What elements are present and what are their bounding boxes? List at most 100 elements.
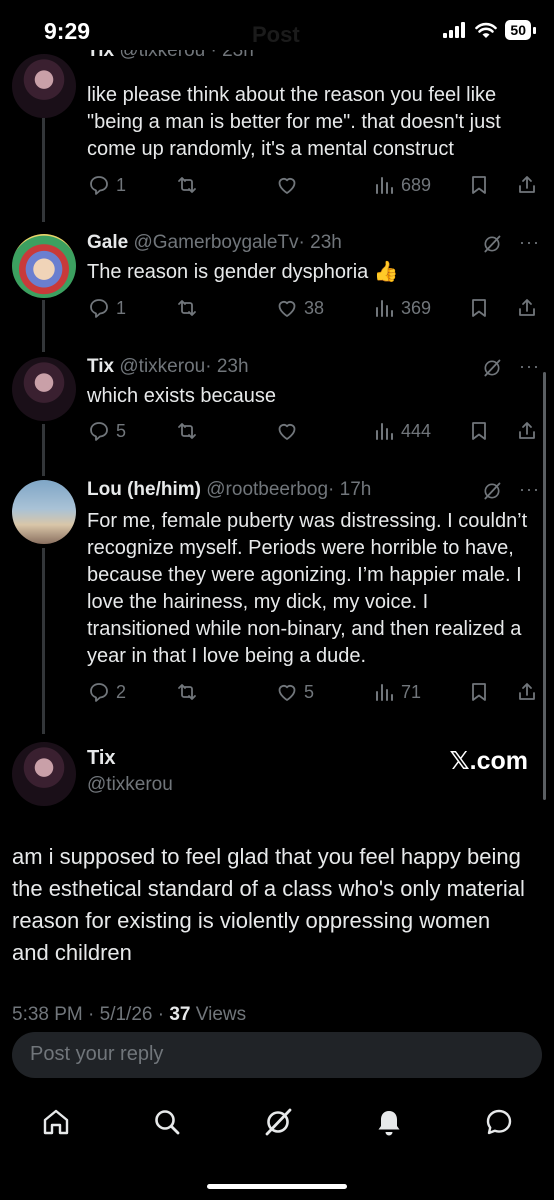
avatar[interactable]: [12, 357, 76, 421]
grok-icon[interactable]: [482, 481, 502, 501]
search-icon: [155, 1110, 180, 1135]
main-post-views-label: Views: [190, 1004, 247, 1020]
thread-line: [42, 300, 45, 352]
reply-count: 1: [116, 174, 127, 195]
wifi-icon: [475, 22, 498, 38]
post-actions: 2 5 71: [87, 680, 539, 710]
grok-icon[interactable]: [482, 234, 502, 254]
home-indicator: [207, 1184, 347, 1189]
post-time: · 23h: [210, 50, 254, 61]
nav-grok[interactable]: [262, 1106, 294, 1138]
share-icon: [519, 683, 535, 700]
avatar[interactable]: [12, 480, 76, 544]
nav-notifications[interactable]: [373, 1106, 405, 1138]
views-icon: [376, 300, 393, 317]
author-name[interactable]: Tix: [87, 50, 114, 61]
thread-line: [42, 424, 45, 476]
repost-button[interactable]: [175, 419, 204, 443]
heart-icon: [278, 177, 296, 194]
reply-count: 5: [116, 420, 127, 441]
home-icon: [43, 1109, 69, 1135]
bookmark-button[interactable]: [467, 419, 491, 443]
bookmark-button[interactable]: [467, 296, 491, 320]
repost-icon: [178, 177, 196, 193]
author-handle[interactable]: @tixkerou: [119, 50, 205, 61]
like-button[interactable]: 5: [275, 680, 314, 704]
cellular-signal-icon: [443, 22, 466, 38]
share-button[interactable]: [515, 419, 539, 443]
main-post-avatar[interactable]: [12, 742, 76, 806]
reply-icon: [90, 683, 108, 702]
avatar[interactable]: [12, 54, 76, 118]
views-button[interactable]: 369: [372, 296, 431, 320]
repost-button[interactable]: [175, 680, 204, 704]
repost-button[interactable]: [175, 296, 204, 320]
share-button[interactable]: [515, 173, 539, 197]
post-actions: 5 444: [87, 419, 539, 449]
views-icon: [376, 423, 393, 440]
post-time: · 23h: [205, 356, 249, 377]
view-count: 689: [401, 174, 432, 195]
views-icon: [376, 177, 393, 194]
views-button[interactable]: 689: [372, 173, 431, 197]
bookmark-icon: [472, 683, 486, 701]
system-icons: 50: [443, 20, 536, 40]
bookmark-button[interactable]: [467, 173, 491, 197]
author-handle[interactable]: @tixkerou: [119, 356, 205, 377]
reply-input[interactable]: Post your reply: [12, 1032, 542, 1078]
post-actions: 1 689: [87, 173, 539, 203]
reply-icon: [90, 299, 108, 318]
post-actions: 1 38 369: [87, 296, 539, 326]
heart-icon: [278, 684, 296, 701]
more-icon[interactable]: ···: [519, 479, 540, 500]
repost-icon: [178, 684, 196, 700]
share-button[interactable]: [515, 296, 539, 320]
post-time: · 17h: [328, 479, 372, 500]
bookmark-icon: [472, 299, 486, 317]
post-time: · 23h: [298, 232, 342, 253]
view-count: 369: [401, 297, 432, 318]
views-button[interactable]: 71: [372, 680, 421, 704]
author-handle[interactable]: @GamerboygaleTv: [133, 232, 298, 253]
thread-line: [42, 548, 45, 734]
author-name[interactable]: Gale: [87, 232, 128, 253]
author-name[interactable]: Lou (he/him): [87, 479, 201, 500]
reply-count: 1: [116, 297, 127, 318]
reply-button[interactable]: 1: [87, 296, 126, 320]
main-post-text: am i supposed to feel glad that you feel…: [12, 844, 525, 965]
post-header: Tix @tixkerou · 23h: [87, 50, 254, 70]
notifications-icon: [378, 1111, 400, 1136]
author-name[interactable]: Tix: [87, 356, 114, 377]
main-post-meta: 5:38 PM · 5/1/26 · 37 Views: [12, 1004, 542, 1020]
scrollbar[interactable]: [543, 372, 546, 800]
nav-home[interactable]: [40, 1106, 72, 1138]
more-icon[interactable]: ···: [519, 356, 540, 377]
bookmark-button[interactable]: [467, 680, 491, 704]
reply-button[interactable]: 2: [87, 680, 126, 704]
share-button[interactable]: [515, 680, 539, 704]
post-header: Gale @GamerboygaleTv· 23h: [87, 232, 342, 254]
reply-button[interactable]: 5: [87, 419, 126, 443]
grok-icon[interactable]: [482, 358, 502, 378]
like-button[interactable]: [275, 419, 304, 443]
more-icon[interactable]: ···: [519, 232, 540, 253]
like-button[interactable]: [275, 173, 304, 197]
thread-line: [42, 118, 45, 222]
reply-button[interactable]: 1: [87, 173, 126, 197]
main-post-date: 5:38 PM · 5/1/26 ·: [12, 1004, 170, 1020]
repost-button[interactable]: [175, 173, 204, 197]
main-post-author-name[interactable]: Tix: [87, 747, 116, 770]
main-post-author-handle[interactable]: @tixkerou: [87, 774, 173, 796]
status-bar: Post 9:29 50: [0, 0, 554, 64]
avatar[interactable]: [12, 234, 76, 298]
views-button[interactable]: 444: [372, 419, 431, 443]
post-text: which exists because: [87, 385, 276, 407]
reply-placeholder: Post your reply: [30, 1043, 164, 1065]
author-handle[interactable]: @rootbeerbog: [206, 479, 328, 500]
reply-icon: [90, 422, 108, 441]
share-icon: [519, 299, 535, 316]
status-time: 9:29: [44, 18, 91, 44]
nav-search[interactable]: [151, 1106, 183, 1138]
nav-messages[interactable]: [483, 1106, 515, 1138]
like-button[interactable]: 38: [275, 296, 324, 320]
